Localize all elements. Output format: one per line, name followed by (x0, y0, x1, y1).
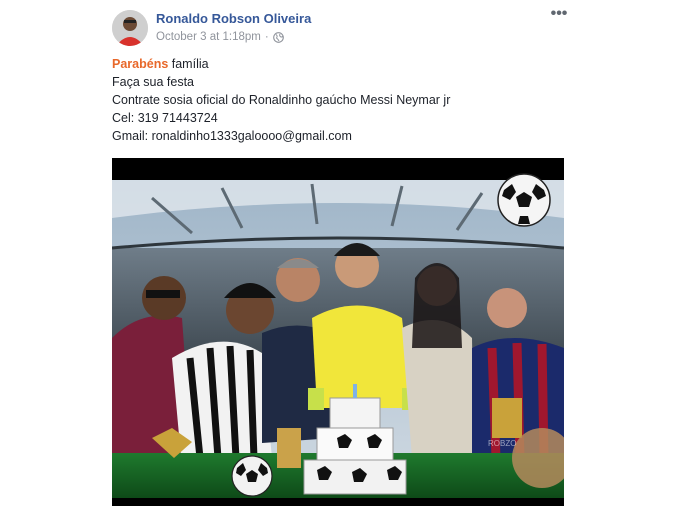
post-text: Parabéns família Faça sua festa Contrate… (112, 55, 450, 145)
post-line-1: Parabéns família (112, 57, 209, 71)
post-timestamp[interactable]: October 3 at 1:18pm (156, 31, 261, 43)
post-meta: October 3 at 1:18pm · (156, 31, 284, 43)
photo-watermark: ROBZO (488, 439, 516, 448)
hashtag-link[interactable]: Parabéns (112, 57, 168, 71)
globe-icon (272, 31, 284, 43)
post-email: Gmail: ronaldinho1333galoooo@gmail.com (112, 129, 352, 143)
post-photo[interactable]: ROBZO (112, 158, 564, 506)
more-options-button[interactable]: ••• (550, 6, 568, 23)
author-avatar[interactable] (112, 10, 148, 46)
post-line-2: Faça sua festa (112, 75, 194, 89)
post-line-3: Contrate sosia oficial do Ronaldinho gaú… (112, 93, 451, 107)
author-name[interactable]: Ronaldo Robson Oliveira (156, 11, 311, 26)
facebook-post: Ronaldo Robson Oliveira October 3 at 1:1… (0, 0, 700, 513)
post-phone: Cel: 319 71443724 (112, 111, 218, 125)
meta-separator: · (264, 31, 269, 43)
